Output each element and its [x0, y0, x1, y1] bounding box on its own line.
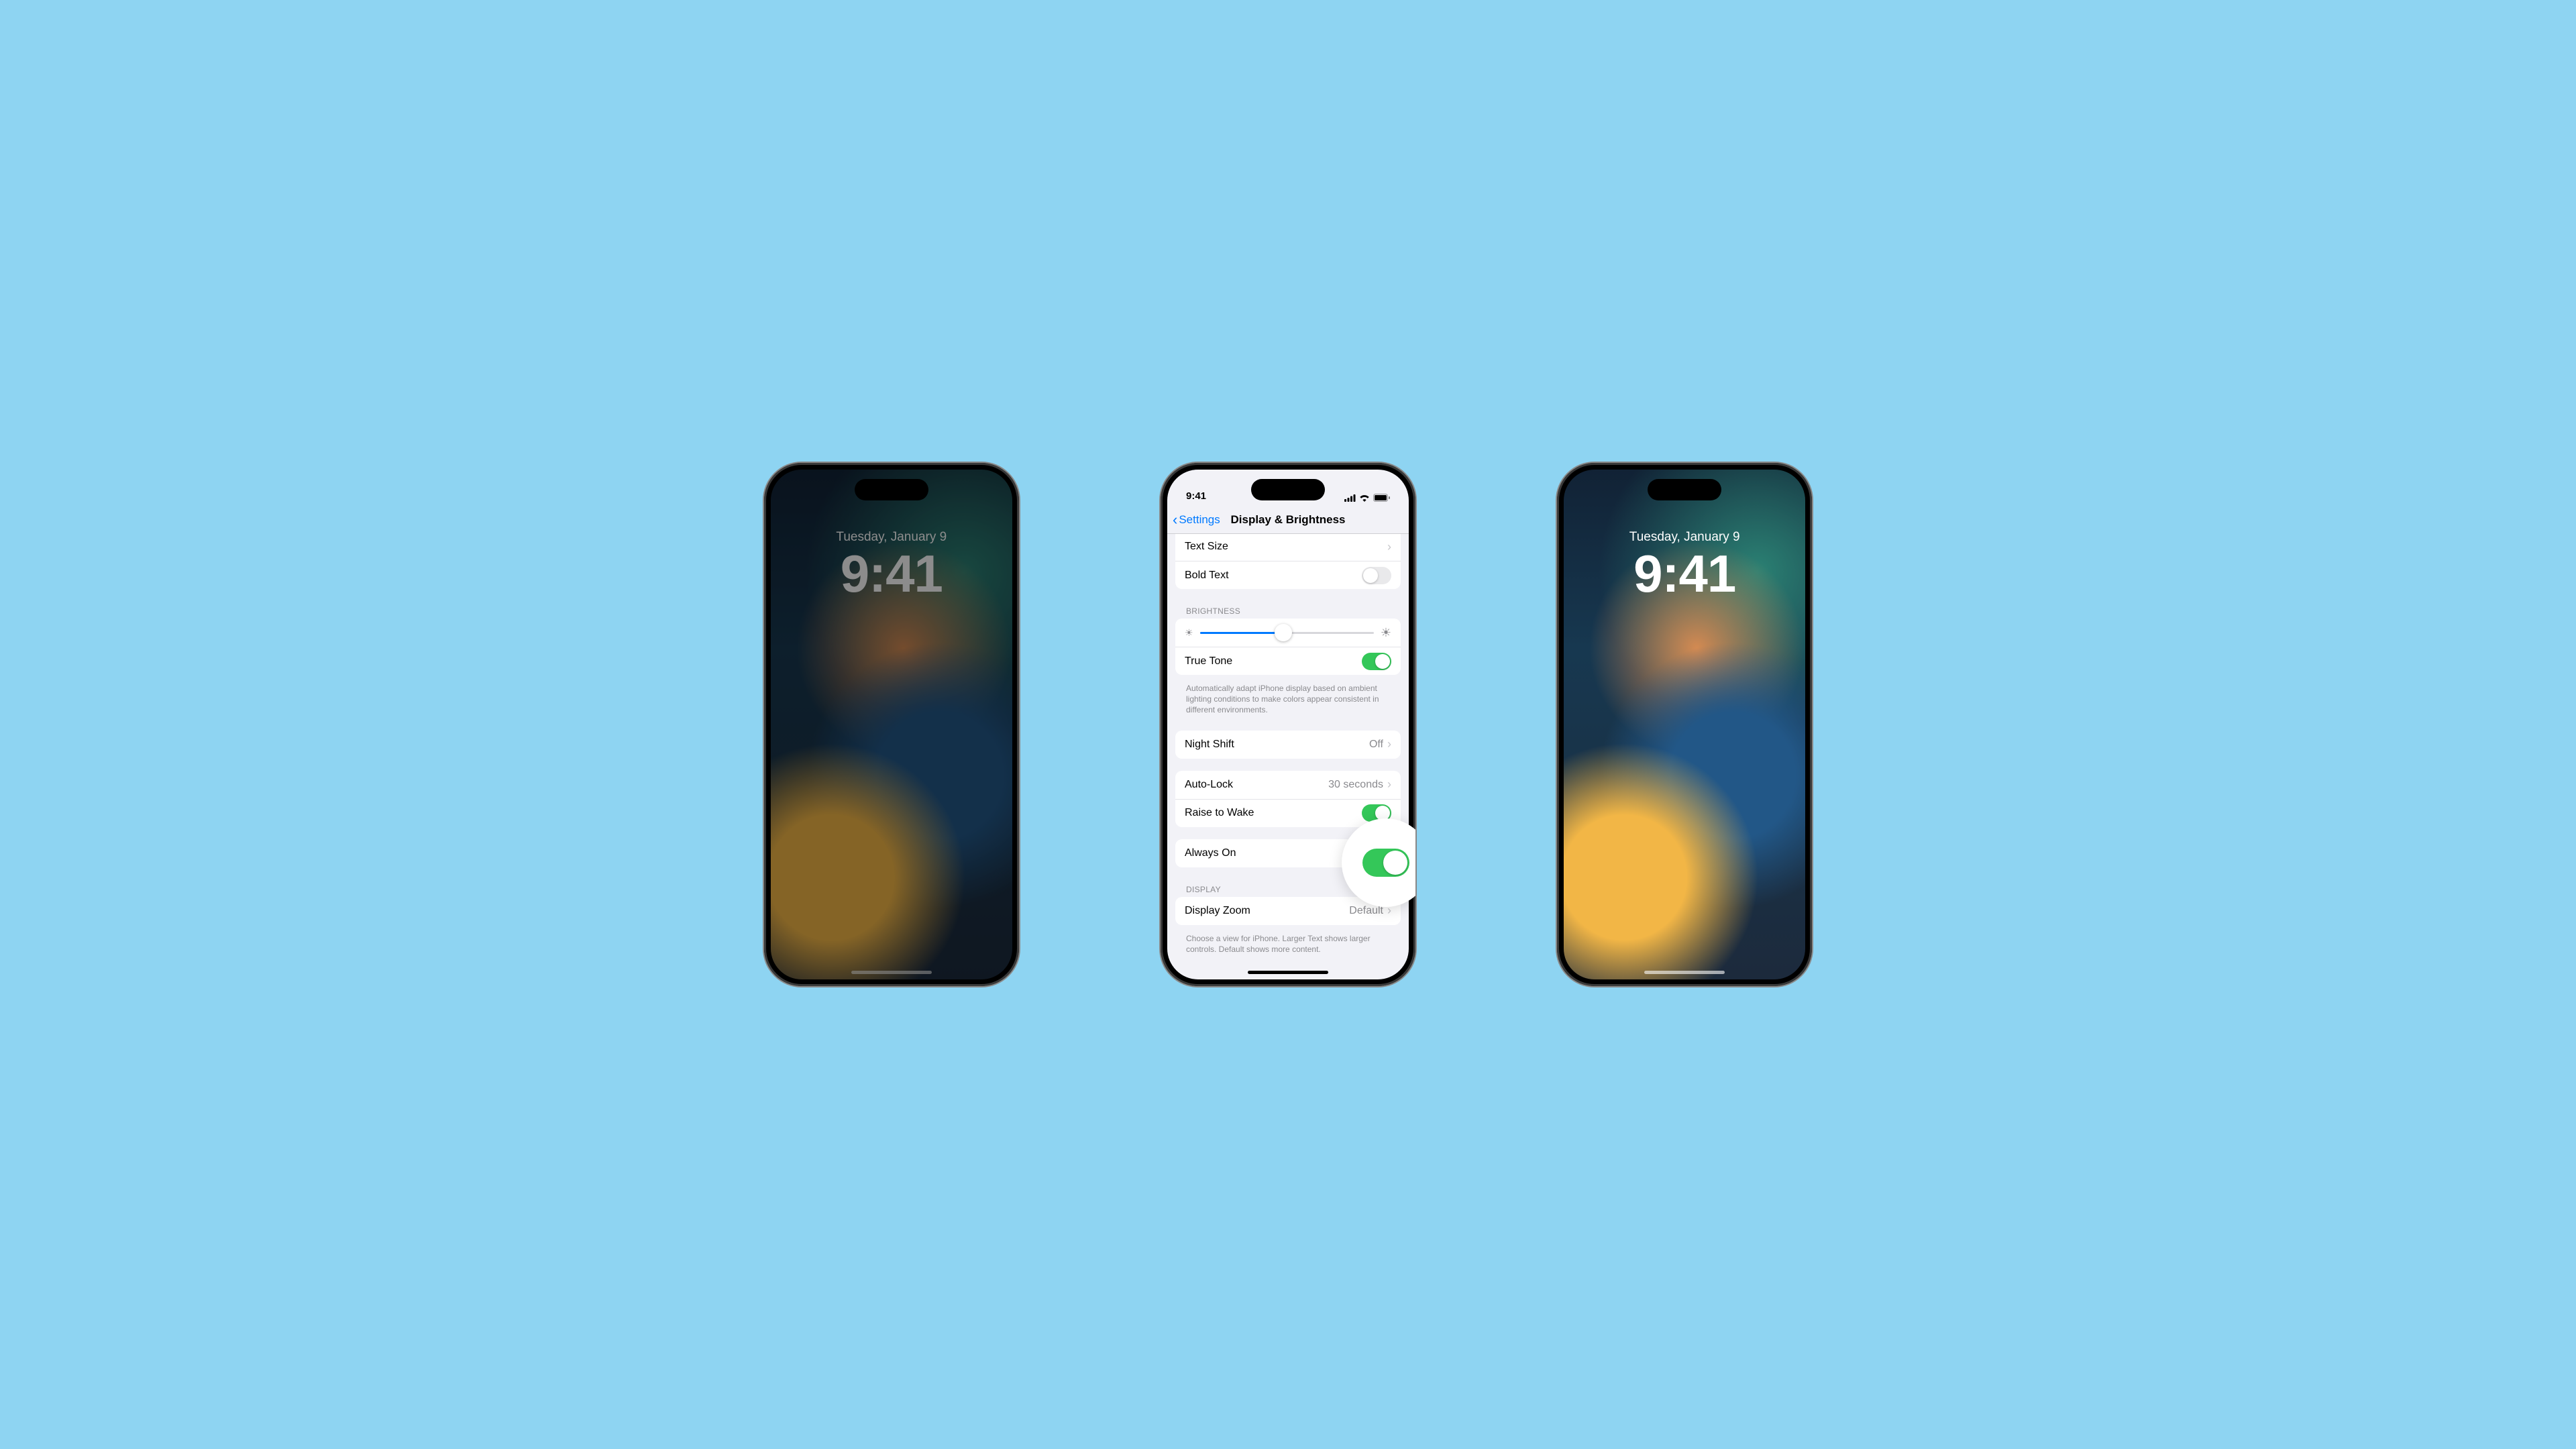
- true-tone-toggle[interactable]: [1362, 653, 1391, 670]
- row-brightness-slider[interactable]: ☀︎ ☀︎: [1175, 619, 1401, 647]
- chevron-right-icon: ›: [1387, 737, 1391, 751]
- lockscreen-time: 9:41: [1564, 543, 1805, 604]
- back-button[interactable]: ‹ Settings: [1173, 506, 1220, 533]
- row-value: Default: [1349, 905, 1383, 917]
- group-lock: Auto-Lock 30 seconds › Raise to Wake: [1175, 771, 1401, 827]
- chevron-left-icon: ‹: [1173, 511, 1177, 529]
- group-brightness: ☀︎ ☀︎ True Tone: [1175, 619, 1401, 675]
- lockscreen-date: Tuesday, January 9: [771, 530, 1012, 545]
- row-text-size[interactable]: Text Size ›: [1175, 534, 1401, 561]
- section-header-brightness: BRIGHTNESS: [1175, 601, 1401, 619]
- lock-screen: 🔒 Tuesday, January 9 9:41: [1564, 470, 1805, 979]
- row-label: Always On: [1185, 847, 1362, 859]
- lockscreen-date: Tuesday, January 9: [1564, 530, 1805, 545]
- phone-settings: 9:41 ‹ Settings Display & Brightness Tex: [1161, 463, 1415, 986]
- row-label: Raise to Wake: [1185, 807, 1362, 819]
- row-label: Text Size: [1185, 541, 1387, 553]
- dynamic-island: [855, 479, 928, 500]
- home-indicator[interactable]: [1644, 971, 1725, 974]
- bold-text-toggle[interactable]: [1362, 567, 1391, 584]
- chevron-right-icon: ›: [1387, 540, 1391, 554]
- lock-screen: 🔒 Tuesday, January 9 9:41: [771, 470, 1012, 979]
- row-value: 30 seconds: [1328, 779, 1383, 791]
- always-on-toggle-highlight[interactable]: [1362, 849, 1409, 877]
- settings-list[interactable]: Text Size › Bold Text BRIGHTNESS ☀︎: [1167, 534, 1409, 979]
- home-indicator[interactable]: [851, 971, 932, 974]
- chevron-right-icon: ›: [1387, 777, 1391, 792]
- true-tone-footer: Automatically adapt iPhone display based…: [1175, 679, 1401, 724]
- row-label: True Tone: [1185, 655, 1362, 667]
- group-night-shift: Night Shift Off ›: [1175, 731, 1401, 759]
- status-indicators: [1344, 494, 1390, 502]
- row-true-tone[interactable]: True Tone: [1175, 647, 1401, 675]
- row-bold-text[interactable]: Bold Text: [1175, 561, 1401, 589]
- battery-icon: [1373, 494, 1390, 502]
- dynamic-island: [1251, 479, 1325, 500]
- phone-lockscreen-dim: 🔒 Tuesday, January 9 9:41: [764, 463, 1019, 986]
- row-label: Display Zoom: [1185, 905, 1349, 917]
- row-auto-lock[interactable]: Auto-Lock 30 seconds ›: [1175, 771, 1401, 799]
- row-label: Bold Text: [1185, 570, 1362, 582]
- phone-lockscreen-bright: 🔒 Tuesday, January 9 9:41: [1557, 463, 1812, 986]
- row-night-shift[interactable]: Night Shift Off ›: [1175, 731, 1401, 759]
- sun-high-icon: ☀︎: [1381, 626, 1391, 640]
- cellular-icon: [1344, 494, 1356, 502]
- row-label: Auto-Lock: [1185, 779, 1328, 791]
- wifi-icon: [1359, 494, 1370, 502]
- status-time: 9:41: [1186, 490, 1206, 502]
- row-value: Off: [1369, 739, 1383, 751]
- slider-thumb[interactable]: [1275, 624, 1292, 641]
- sun-low-icon: ☀︎: [1185, 627, 1193, 639]
- page-title: Display & Brightness: [1231, 513, 1346, 527]
- lockscreen-time: 9:41: [771, 543, 1012, 604]
- nav-bar: ‹ Settings Display & Brightness: [1167, 506, 1409, 534]
- brightness-slider[interactable]: ☀︎ ☀︎: [1185, 626, 1391, 640]
- group-text: Text Size › Bold Text: [1175, 534, 1401, 589]
- dynamic-island: [1648, 479, 1721, 500]
- back-label: Settings: [1179, 513, 1220, 527]
- slider-track[interactable]: [1200, 632, 1374, 634]
- home-indicator[interactable]: [1248, 971, 1328, 974]
- display-zoom-footer: Choose a view for iPhone. Larger Text sh…: [1175, 929, 1401, 963]
- row-label: Night Shift: [1185, 739, 1369, 751]
